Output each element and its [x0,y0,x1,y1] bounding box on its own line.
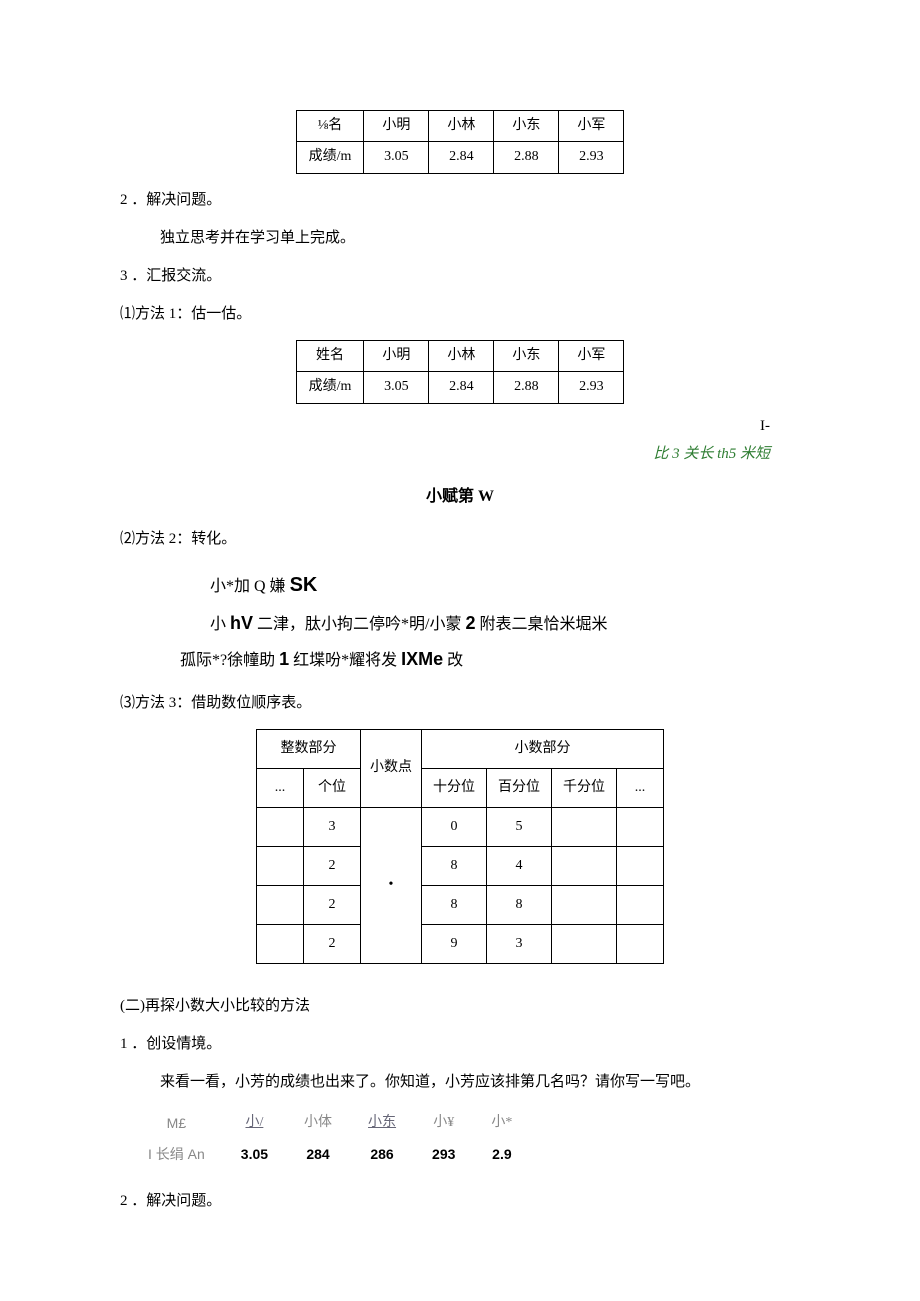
int-part-label: 整数部分 [257,730,361,769]
int-ellipsis: ... [257,769,304,808]
center-heading: 小赋第 W [120,484,800,510]
m2-l2-e: 附表二臬恰米堀米 [476,616,608,633]
section-3: 3 ．汇报交流。 [120,264,800,288]
t1-h2: 小林 [429,111,494,142]
method-2-content: 小*加 Q 嫌 SK 小 hV 二津，肽小拘二停吟*明/小蒙 2 附表二臬恰米堀… [210,565,800,677]
part2-s1: 1 ．创设情境。 [120,1032,800,1056]
t2-h3: 小东 [494,340,559,371]
m2-l2-a: 小 [210,616,230,633]
m2-l1-a: 小*加 Q 嫌 [210,578,290,595]
rank-h2: 小东 [368,1115,396,1130]
t2-h0: 姓名 [296,340,364,371]
t2-v3: 2.93 [559,372,624,403]
hund-label: 百分位 [487,769,552,808]
t1-h4: 小军 [559,111,624,142]
rank-lbl2: I 长绢 An [130,1139,223,1169]
rank-h4: 小* [473,1108,530,1138]
rank-v1: 284 [286,1139,350,1169]
rank-v4: 2.9 [473,1139,530,1169]
m2-n2: 2 [465,613,475,633]
part2-s1-sub: 来看一看，小芳的成绩也出来了。你知道，小芳应该排第几名吗？请你写一写吧。 [160,1070,800,1094]
m2-hv: hV [230,613,253,633]
rank-v3: 293 [414,1139,473,1169]
t2-v0: 3.05 [364,372,429,403]
rank-v0: 3.05 [223,1139,286,1169]
m2-n1: 1 [279,649,289,669]
m2-l3-a: 孤际*?徐幢助 [180,652,279,669]
rank-h1: 小体 [286,1108,350,1138]
m2-l3-c: 红堞吩*耀将发 [289,652,401,669]
m2-l3-e: 改 [443,652,463,669]
part2-title: (二)再探小数大小比较的方法 [120,994,800,1018]
m2-ixme: IXMe [401,649,443,669]
t1-h1: 小明 [364,111,429,142]
rank-v2: 286 [350,1139,414,1169]
t1-v1: 2.84 [429,142,494,173]
t1-v2: 2.88 [494,142,559,173]
tenth-label: 十分位 [422,769,487,808]
thou-label: 千分位 [552,769,617,808]
rank-table: M£ 小/ 小体 小东 小¥ 小* I 长绢 An 3.05 284 286 2… [130,1108,530,1169]
place-value-table: 整数部分 小数点 小数部分 ... 个位 十分位 百分位 千分位 ... 3 •… [256,729,664,964]
rank-h3: 小¥ [414,1108,473,1138]
t1-v3: 2.93 [559,142,624,173]
scores-table-1: ⅛名 小明 小林 小东 小军 成绩/m 3.05 2.84 2.88 2.93 [296,110,625,174]
t2-v2: 2.88 [494,372,559,403]
ones-label: 个位 [304,769,361,808]
t1-h0: ⅛名 [296,111,364,142]
frac-part-label: 小数部分 [422,730,664,769]
section-2: 2 ．解决问题。 [120,188,800,212]
t2-h2: 小林 [429,340,494,371]
t2-rowlabel: 成绩/m [296,372,364,403]
t2-h1: 小明 [364,340,429,371]
section-2-sub: 独立思考并在学习单上完成。 [160,226,800,250]
part2-s2: 2 ．解决问题。 [120,1189,800,1213]
rank-h0: 小/ [245,1115,263,1130]
t1-rowlabel: 成绩/m [296,142,364,173]
t2-h4: 小军 [559,340,624,371]
method-3-label: ⑶方法 3：借助数位顺序表。 [120,691,800,715]
m2-sk: SK [290,574,318,596]
t2-v1: 2.84 [429,372,494,403]
digit-row-1: 2 8 4 [257,847,664,886]
t1-h3: 小东 [494,111,559,142]
t1-v0: 3.05 [364,142,429,173]
margin-note-green: 比 3 关长 th5 米短 [120,442,800,466]
digit-row-2: 2 8 8 [257,886,664,925]
digit-row-3: 2 9 3 [257,925,664,964]
dot-label: 小数点 [361,730,422,808]
method-2-label: ⑵方法 2：转化。 [120,527,800,551]
dot-cell: • [361,808,422,964]
m2-l2-c: 二津，肽小拘二停吟*明/小蒙 [253,616,465,633]
margin-note-i: I- [120,414,800,438]
digit-row-0: 3 • 0 5 [257,808,664,847]
rank-lbl1: M£ [130,1108,223,1138]
method-1-label: ⑴方法 1：估一估。 [120,302,800,326]
scores-table-2: 姓名 小明 小林 小东 小军 成绩/m 3.05 2.84 2.88 2.93 [296,340,625,404]
frac-ellipsis: ... [617,769,664,808]
